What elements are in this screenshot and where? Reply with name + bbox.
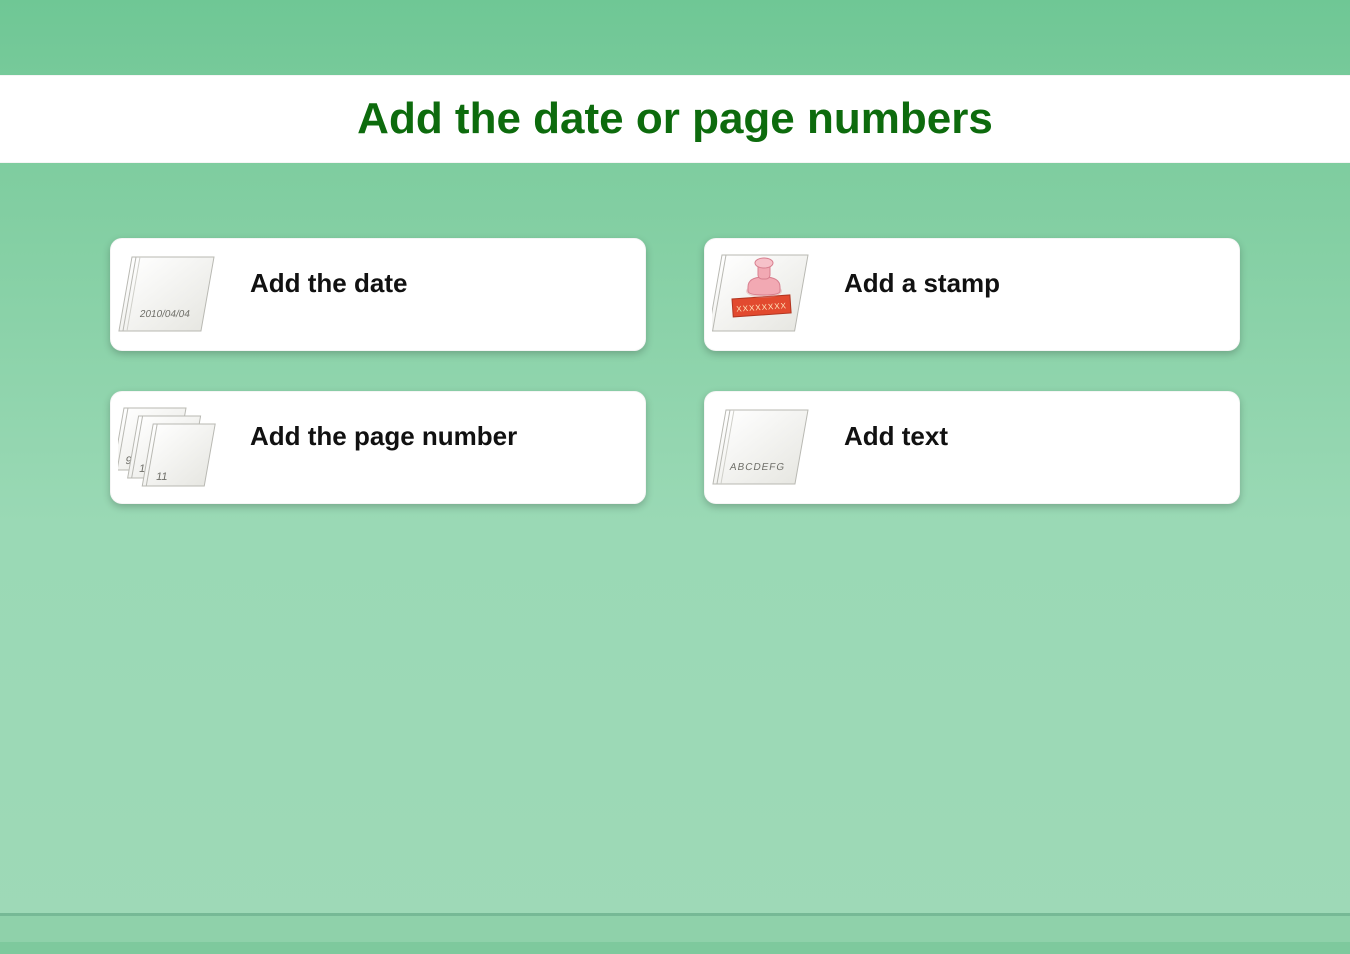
date-icon-text: 2010/04/04 xyxy=(139,309,191,320)
card-add-text[interactable]: ABCDEFG Add text xyxy=(704,391,1240,504)
cards-grid: 2010/04/04 Add the date xyxy=(110,238,1240,504)
page-number-icon: 9 10 11 xyxy=(118,404,226,492)
date-page-icon: 2010/04/04 xyxy=(118,251,226,339)
footer-decoration xyxy=(0,913,1350,954)
card-add-stamp[interactable]: XXXXXXXX Add a stamp xyxy=(704,238,1240,351)
card-label: Add text xyxy=(844,421,948,452)
card-add-date[interactable]: 2010/04/04 Add the date xyxy=(110,238,646,351)
card-label: Add the date xyxy=(250,268,407,299)
text-page-icon: ABCDEFG xyxy=(712,404,820,492)
svg-text:11: 11 xyxy=(155,471,169,483)
card-label: Add the page number xyxy=(250,421,517,452)
page-title: Add the date or page numbers xyxy=(357,94,993,144)
card-label: Add a stamp xyxy=(844,268,1000,299)
card-add-page-number[interactable]: 9 10 11 Add the page number xyxy=(110,391,646,504)
text-icon-text: ABCDEFG xyxy=(729,462,786,473)
stamp-icon: XXXXXXXX xyxy=(712,251,820,339)
page-title-bar: Add the date or page numbers xyxy=(0,75,1350,163)
